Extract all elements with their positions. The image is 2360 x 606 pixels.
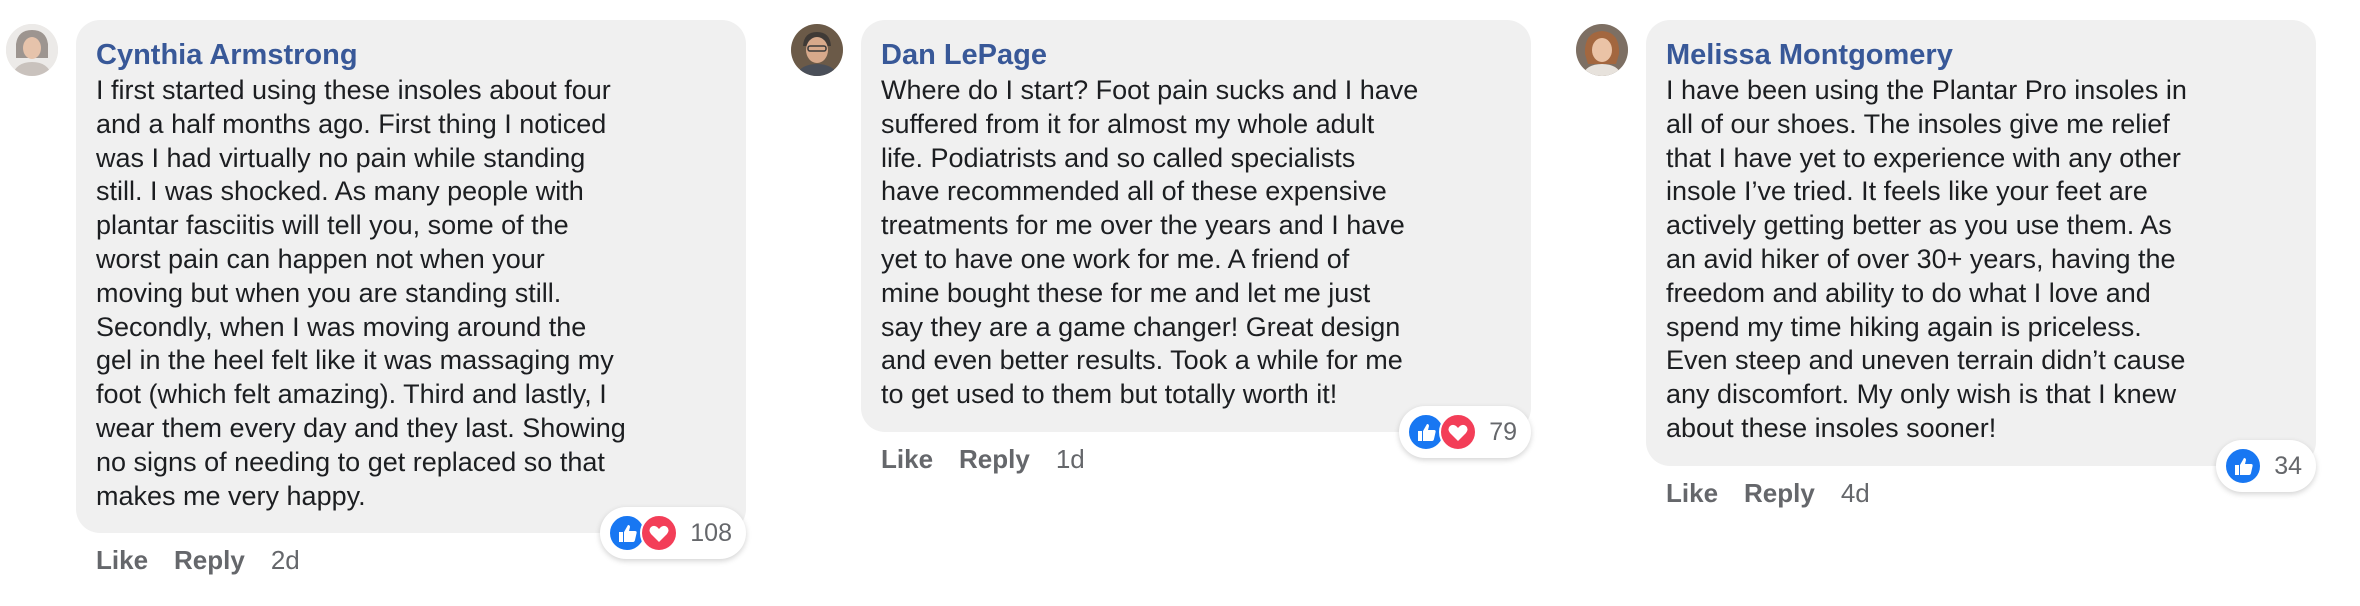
comment: Melissa Montgomery I have been using the…: [1570, 0, 2316, 606]
comment-author[interactable]: Dan LePage: [881, 38, 1511, 72]
reaction-count: 108: [690, 518, 732, 547]
like-button[interactable]: Like: [881, 444, 933, 475]
love-reaction-icon: [640, 514, 679, 552]
like-reaction-icon: [2224, 447, 2263, 485]
like-button[interactable]: Like: [1666, 478, 1718, 509]
avatar[interactable]: [6, 24, 58, 76]
comment-author[interactable]: Melissa Montgomery: [1666, 38, 2296, 72]
love-reaction-icon: [1439, 413, 1478, 451]
comment-text: Where do I start? Foot pain sucks and I …: [881, 75, 1419, 410]
reply-button[interactable]: Reply: [959, 444, 1030, 475]
comment-actions: Like Reply 1d: [881, 444, 1085, 475]
reaction-count: 79: [1489, 417, 1517, 446]
comment-timestamp[interactable]: 2d: [271, 545, 300, 576]
comment-text: I first started using these insoles abou…: [96, 75, 626, 511]
reply-button[interactable]: Reply: [1744, 478, 1815, 509]
reactions-badge[interactable]: 108: [600, 507, 746, 559]
comment: Cynthia Armstrong I first started using …: [0, 0, 746, 606]
reaction-count: 34: [2274, 451, 2302, 480]
comment-text: I have been using the Plantar Pro insole…: [1666, 75, 2187, 443]
reply-button[interactable]: Reply: [174, 545, 245, 576]
comment-actions: Like Reply 4d: [1666, 478, 1870, 509]
reactions-badge[interactable]: 79: [1399, 406, 1531, 458]
comment: Dan LePage Where do I start? Foot pain s…: [785, 0, 1531, 606]
comment-bubble: Cynthia Armstrong I first started using …: [76, 20, 746, 559]
comment-author[interactable]: Cynthia Armstrong: [96, 38, 726, 72]
reactions-badge[interactable]: 34: [2216, 440, 2316, 492]
like-button[interactable]: Like: [96, 545, 148, 576]
comment-bubble: Dan LePage Where do I start? Foot pain s…: [861, 20, 1531, 458]
comment-bubble: Melissa Montgomery I have been using the…: [1646, 20, 2316, 492]
comment-actions: Like Reply 2d: [96, 545, 300, 576]
comment-timestamp[interactable]: 1d: [1056, 444, 1085, 475]
avatar[interactable]: [1576, 24, 1628, 76]
avatar[interactable]: [791, 24, 843, 76]
comment-timestamp[interactable]: 4d: [1841, 478, 1870, 509]
